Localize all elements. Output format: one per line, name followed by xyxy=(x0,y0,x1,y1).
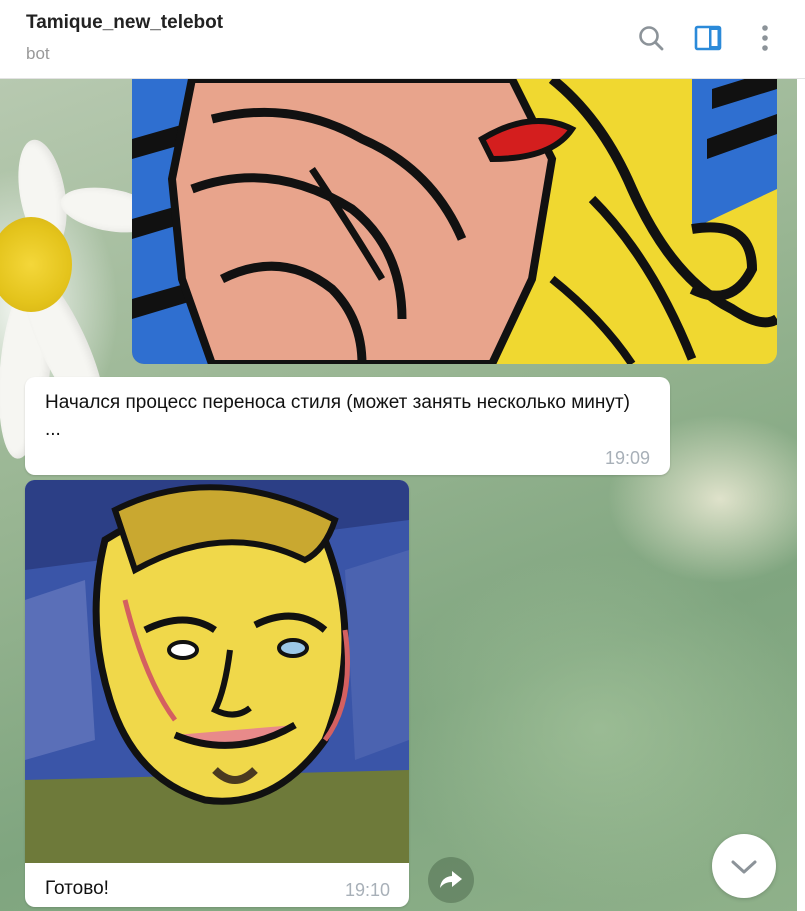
pop-art-image[interactable] xyxy=(132,79,777,364)
message-bubble[interactable]: Начался процесс переноса стиля (может за… xyxy=(25,377,670,475)
sidebar-toggle-icon[interactable] xyxy=(694,24,722,52)
scroll-down-button[interactable] xyxy=(712,834,776,898)
search-icon[interactable] xyxy=(637,24,665,52)
forward-button[interactable] xyxy=(428,857,474,903)
message-time: 19:09 xyxy=(605,448,651,468)
message-time: 19:10 xyxy=(345,880,391,900)
chat-title[interactable]: Tamique_new_telebot xyxy=(26,12,223,34)
chat-header: Tamique_new_telebot bot xyxy=(0,0,805,79)
stylized-portrait-image[interactable] xyxy=(25,480,409,863)
message-text: Начался процесс переноса стиля (может за… xyxy=(45,392,630,440)
chevron-down-icon xyxy=(731,860,757,874)
scrollbar-track[interactable] xyxy=(797,79,805,911)
chat-subtitle: bot xyxy=(26,44,50,63)
photo-message-bubble[interactable]: Готово! 19:10 xyxy=(25,480,409,907)
more-vertical-icon[interactable] xyxy=(751,24,779,52)
forward-icon xyxy=(440,871,462,888)
